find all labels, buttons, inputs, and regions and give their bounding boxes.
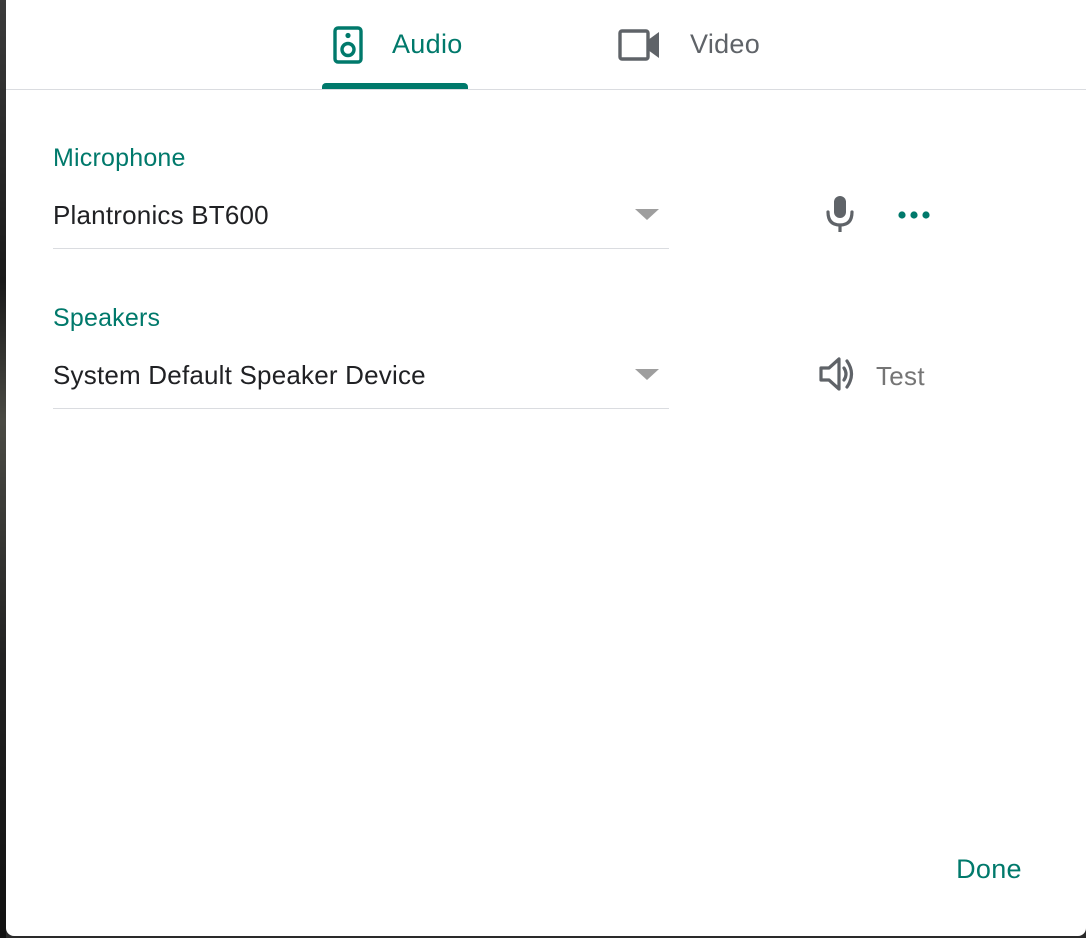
microphone-select-value: Plantronics BT600 xyxy=(53,200,269,230)
done-button[interactable]: Done xyxy=(944,846,1034,892)
dropdown-arrow-icon xyxy=(635,209,659,220)
tab-audio[interactable]: Audio xyxy=(322,0,468,89)
microphone-label: Microphone xyxy=(53,144,186,172)
more-options-button[interactable] xyxy=(892,194,936,238)
tab-bar: Audio Video xyxy=(6,0,1086,90)
tab-video-label: Video xyxy=(690,29,761,59)
more-horiz-icon xyxy=(897,207,931,225)
test-label: Test xyxy=(876,360,925,391)
speakers-label: Speakers xyxy=(53,304,161,332)
dropdown-arrow-icon xyxy=(635,369,659,380)
active-tab-indicator xyxy=(322,83,468,89)
speaker-device-icon xyxy=(326,23,370,67)
microphone-select[interactable]: Plantronics BT600 xyxy=(53,198,669,249)
speakers-select[interactable]: System Default Speaker Device xyxy=(53,358,669,409)
mic-icon xyxy=(824,194,856,239)
test-speakers-button[interactable]: Test xyxy=(818,354,925,398)
videocam-icon xyxy=(618,23,662,67)
volume-icon xyxy=(818,354,858,399)
settings-dialog: Audio Video Microphone Plantronics BT600 xyxy=(6,0,1086,936)
tab-audio-label: Audio xyxy=(392,29,463,59)
tab-video[interactable]: Video xyxy=(618,0,788,89)
speakers-select-value: System Default Speaker Device xyxy=(53,360,426,390)
mic-level-button[interactable] xyxy=(818,194,862,238)
